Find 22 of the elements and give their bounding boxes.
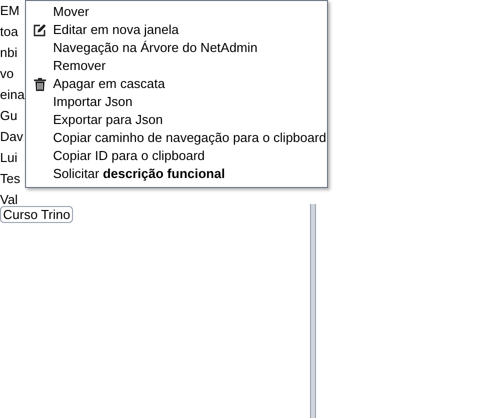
menu-item[interactable]: Copiar caminho de navegação para o clipboard bbox=[53, 128, 326, 148]
menu-item[interactable]: Solicitar descrição funcional bbox=[53, 164, 225, 184]
list-item[interactable]: Tes bbox=[0, 168, 20, 189]
list-item[interactable]: Lui bbox=[0, 147, 18, 168]
menu-item[interactable]: Copiar ID para o clipboard bbox=[53, 146, 205, 166]
menu-item[interactable]: Editar em nova janela bbox=[53, 20, 179, 40]
menu-item[interactable]: Apagar em cascata bbox=[53, 74, 166, 94]
list-item[interactable]: Dav bbox=[0, 126, 24, 147]
list-item[interactable]: nbi bbox=[0, 42, 18, 63]
course-button[interactable]: Curso Trino bbox=[0, 206, 74, 223]
edit-icon bbox=[33, 24, 46, 36]
trash-icon bbox=[34, 78, 46, 90]
menu-item[interactable]: Mover bbox=[53, 2, 90, 22]
list-item[interactable]: eina bbox=[0, 84, 25, 105]
menu-item[interactable]: Remover bbox=[53, 56, 106, 76]
menu-item[interactable]: Navegação na Árvore do NetAdmin bbox=[53, 38, 258, 58]
list-item[interactable]: EM bbox=[0, 0, 20, 21]
list-item[interactable]: toa bbox=[0, 21, 18, 42]
menu-item[interactable]: Exportar para Json bbox=[53, 110, 163, 130]
menu-item[interactable]: Importar Json bbox=[53, 92, 132, 112]
list-item[interactable]: vo bbox=[0, 63, 14, 84]
list-item[interactable]: Gu bbox=[0, 105, 18, 126]
